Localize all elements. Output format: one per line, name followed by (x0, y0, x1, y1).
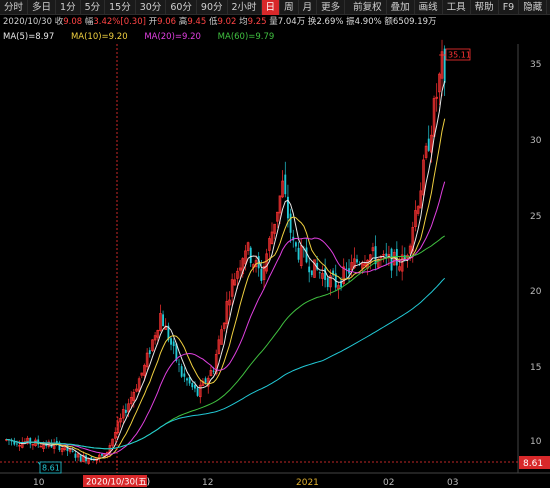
candle-body (390, 248, 393, 271)
candle-body (385, 253, 388, 257)
candle-body (443, 48, 446, 83)
candle-body (196, 387, 199, 396)
candle-body (148, 350, 151, 355)
ma10-line (6, 118, 446, 459)
candle-body (395, 248, 398, 266)
candlestick-chart[interactable]: 35 30 25 20 15 10 10 12 2021 02 03 2020/… (0, 0, 550, 488)
candle-body (162, 314, 164, 327)
candle-body (172, 341, 175, 347)
ma20-line (6, 181, 446, 455)
ma-long-line (6, 277, 446, 450)
candle-body (427, 138, 430, 151)
candle-body (170, 338, 172, 345)
candle-body (74, 453, 77, 458)
candle-body (186, 378, 188, 381)
y-tick-20: 20 (530, 287, 542, 297)
candle-body (294, 242, 297, 247)
candle-body (249, 247, 252, 264)
candle-body (183, 373, 186, 377)
candle-body (180, 366, 183, 377)
candle-body (324, 268, 327, 280)
x-tick-02: 02 (383, 478, 394, 488)
candle-body (194, 384, 196, 389)
ma5-line (6, 80, 446, 461)
candle-body (356, 259, 358, 263)
min-price-label: 8.61 (42, 464, 60, 473)
crosshair-price: 8.61 (523, 459, 543, 469)
candle-body (284, 174, 287, 195)
y-tick-30: 30 (530, 136, 542, 146)
candle-body (71, 450, 74, 452)
y-tick-35: 35 (530, 60, 541, 70)
candle-body (260, 268, 263, 281)
y-tick-25: 25 (530, 212, 541, 222)
candle-body (310, 270, 313, 276)
candle-body (289, 213, 292, 233)
candle-body (204, 378, 207, 383)
candle-body (308, 266, 311, 273)
x-tick-10: 10 (33, 478, 45, 488)
candle-body (191, 383, 194, 388)
candle-body (124, 409, 127, 413)
x-tick-03: 03 (447, 478, 458, 488)
candle-body (79, 455, 82, 462)
x-tick-2021: 2021 (296, 478, 319, 488)
candle-body (212, 370, 215, 372)
x-tick-12: 12 (202, 478, 213, 488)
candle-body (178, 363, 180, 365)
candle-body (29, 438, 32, 445)
candle-body (16, 443, 18, 445)
candle-body (297, 247, 300, 260)
candle-body (55, 440, 58, 443)
y-tick-15: 15 (530, 363, 541, 373)
candle-body (326, 277, 329, 287)
crosshair-date: 2020/10/30(五) (86, 478, 150, 488)
candle-body (101, 454, 103, 456)
max-price-label: 35.11 (448, 51, 471, 60)
y-tick-10: 10 (530, 437, 542, 447)
candle-body (374, 246, 377, 265)
candle-body (318, 272, 321, 274)
